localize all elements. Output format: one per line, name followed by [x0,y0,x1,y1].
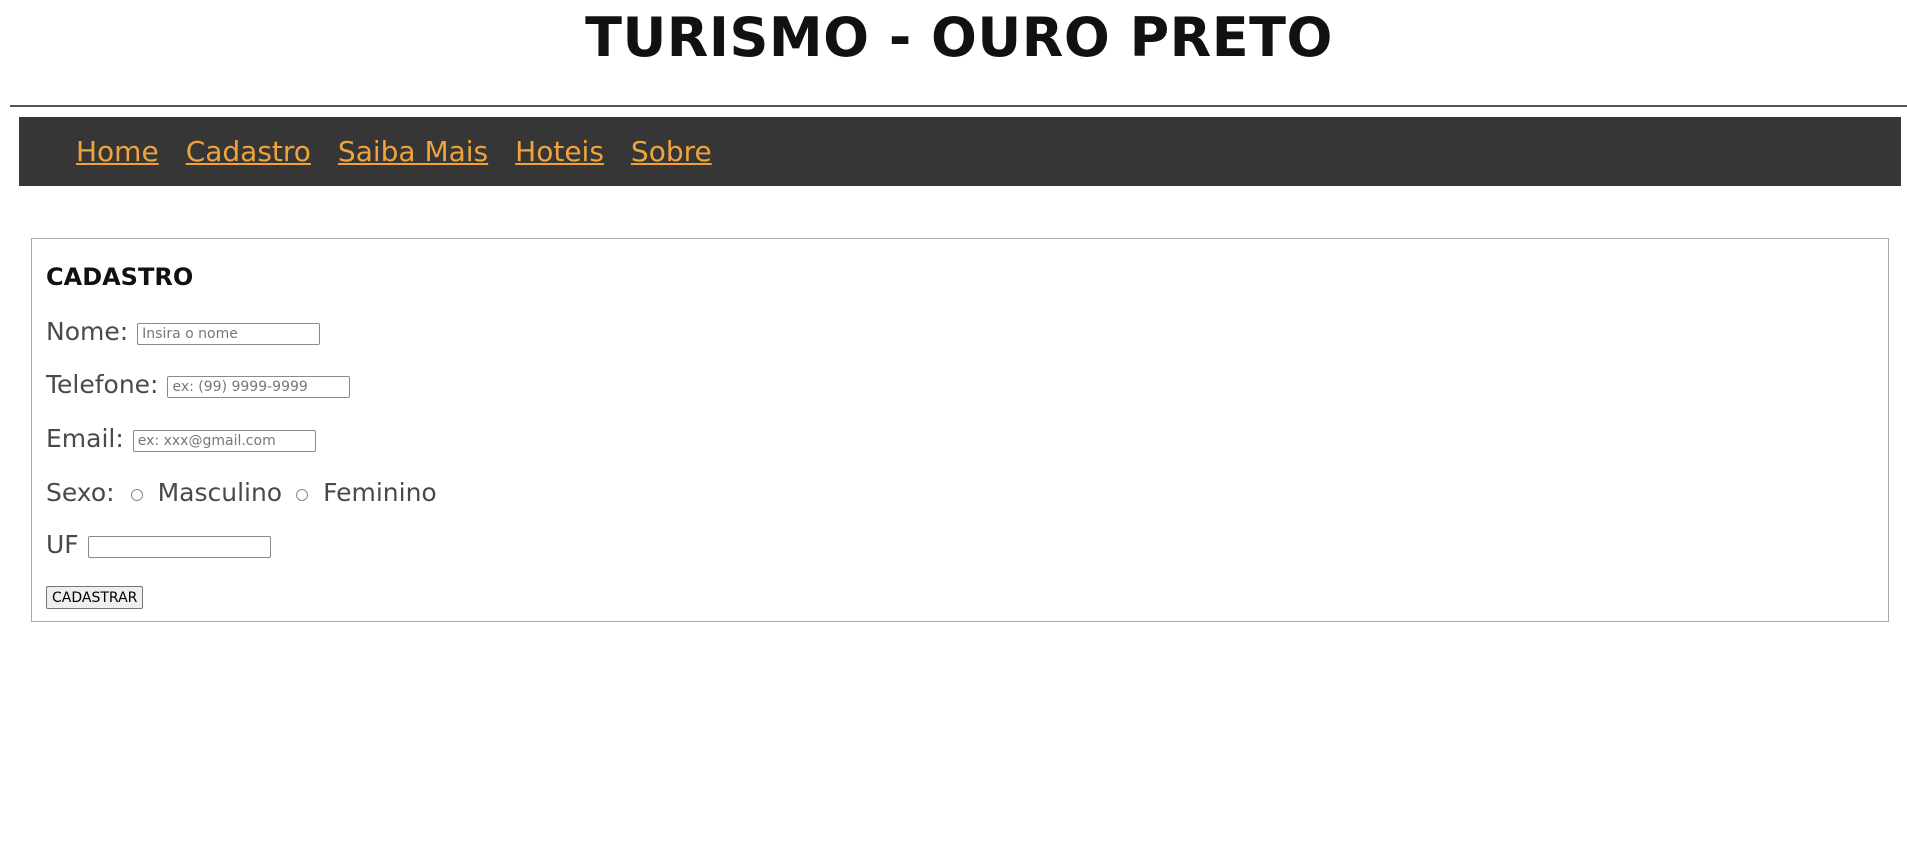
nav-link-cadastro[interactable]: Cadastro [186,135,311,168]
radio-feminino-label: Feminino [323,478,437,507]
uf-input[interactable] [87,536,271,558]
title-divider [10,105,1907,107]
site-title: TURISMO - OURO PRETO [585,6,1333,69]
page: TURISMO - OURO PRETO Home Cadastro Saiba… [0,0,1907,867]
nav-link-hoteis[interactable]: Hoteis [515,135,604,168]
telefone-row: Telefone: [46,370,351,399]
nav-link-home[interactable]: Home [76,135,159,168]
radio-masculino[interactable] [130,489,143,501]
email-input[interactable] [132,430,316,452]
nav-bar: Home Cadastro Saiba Mais Hoteis Sobre [19,117,1901,186]
registration-form: CADASTRO Nome: Telefone: Email: Sexo: Ma… [31,238,1889,622]
sexo-label: Sexo: [46,478,115,507]
email-row: Email: [46,424,316,453]
uf-label: UF [46,530,79,559]
radio-masculino-label: Masculino [157,478,283,507]
cadastrar-button[interactable]: CADASTRAR [46,586,144,609]
nav-link-saiba-mais[interactable]: Saiba Mais [338,135,488,168]
nav-link-sobre[interactable]: Sobre [631,135,712,168]
telefone-input[interactable] [167,376,351,398]
nome-label: Nome: [46,317,129,346]
radio-feminino[interactable] [296,489,309,501]
telefone-label: Telefone: [46,370,159,399]
email-label: Email: [46,424,124,453]
nome-input[interactable] [137,323,321,345]
sexo-row: Sexo: Masculino Feminino [46,478,437,507]
uf-row: UF [46,530,271,559]
form-heading: CADASTRO [46,263,194,291]
nome-row: Nome: [46,317,321,346]
